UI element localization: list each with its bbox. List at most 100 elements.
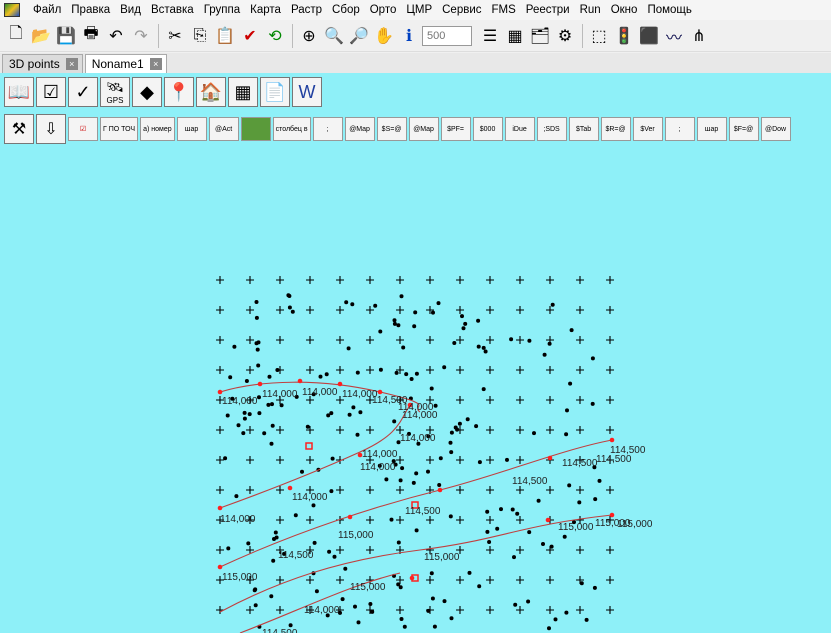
undo-icon[interactable]: ↶ [104,24,128,48]
menu-run[interactable]: Run [575,0,606,20]
print-icon[interactable]: 🖶 [79,24,103,48]
contour-vertex [547,455,553,461]
grid-cross [486,276,494,284]
tab-noname1[interactable]: Noname1 × [84,54,167,73]
grid-cross [246,456,254,464]
grid-cross [576,366,584,374]
menu-raster[interactable]: Растр [286,0,327,20]
grid-cross [516,336,524,344]
new-file-icon[interactable]: 🗋 [4,24,28,48]
contour-label: 115,000 [338,530,374,541]
contour-vertex [609,512,615,518]
parcel-icon[interactable]: ◆ [132,77,162,107]
tab-3d-points[interactable]: 3D points × [2,54,83,73]
traffic-light-icon[interactable]: 🚦 [612,24,636,48]
report-icon[interactable]: 📄 [260,77,290,107]
menu-file[interactable]: Файл [28,0,66,20]
menu-map[interactable]: Карта [245,0,286,20]
select-tool-icon[interactable]: ⬚ [587,24,611,48]
terrain-icon[interactable]: ■ [240,117,271,141]
book-icon[interactable]: 📖 [4,77,34,107]
macro-button[interactable]: $PF= [440,117,471,141]
macro-button[interactable]: @Map [408,117,439,141]
survey-point [392,318,397,323]
check-icon[interactable]: ✔ [238,24,262,48]
survey-point [510,507,515,512]
cut-icon[interactable]: ✂ [163,24,187,48]
zoom-in-icon[interactable]: 🔍 [322,24,346,48]
menu-edit[interactable]: Правка [66,0,115,20]
house-icon[interactable]: 🏠 [196,77,226,107]
macro-button[interactable]: $F=@ [728,117,759,141]
menu-group[interactable]: Группа [199,0,245,20]
macro-button[interactable]: @Act [208,117,239,141]
survey-point [461,326,466,331]
checklist-icon[interactable]: ☑ [36,77,66,107]
pan-hand-icon[interactable]: ✋ [372,24,396,48]
grid-tool-icon[interactable]: ⋔ [687,24,711,48]
macro-button[interactable]: Г ПО ТОЧ [100,117,139,141]
survey-point [293,513,298,518]
open-folder-icon[interactable]: 📂 [29,24,53,48]
map-canvas[interactable]: 114,000114,000 114,000 114,000114,500114,0… [0,73,831,633]
menu-collect[interactable]: Сбор [327,0,365,20]
redo-icon[interactable]: ↷ [129,24,153,48]
satellite-icon: 🛰 [106,79,124,95]
macro-button[interactable]: iDue [504,117,535,141]
survey-point [553,617,558,622]
menu-insert[interactable]: Вставка [146,0,199,20]
macro-button[interactable]: шар [696,117,727,141]
checkmark-circle-icon[interactable]: ✓ [68,77,98,107]
menu-view[interactable]: Вид [115,0,146,20]
spreadsheet-icon[interactable]: ▦ [228,77,258,107]
menu-registry[interactable]: Реестри [521,0,575,20]
paste-icon[interactable]: 📋 [213,24,237,48]
map-workspace[interactable]: 114,000 114,000 114,000 114,000 114,500 114,0… [0,73,831,633]
macro-button[interactable]: $S=@ [376,117,407,141]
macro-button[interactable]: $000 [472,117,503,141]
tools-icon[interactable]: ⚙ [553,24,577,48]
location-pin-icon[interactable]: 📍 [164,77,194,107]
macro-button[interactable]: ; [312,117,343,141]
save-icon[interactable]: 💾 [54,24,78,48]
refresh-icon[interactable]: ⟲ [263,24,287,48]
properties-icon[interactable]: 🗂 [528,24,552,48]
arrow-down-icon[interactable]: ⇩ [36,114,66,144]
macro-button[interactable]: столбец в [272,117,311,141]
color-tool-icon[interactable]: ⬛ [637,24,661,48]
layers-icon[interactable]: ☰ [478,24,502,48]
copy-icon[interactable]: ⎘ [188,24,212,48]
table-icon[interactable]: ▦ [503,24,527,48]
macro-button[interactable]: шар [176,117,207,141]
macro-button[interactable]: ;SDS [536,117,567,141]
grid-cross [606,546,614,554]
menu-dtm[interactable]: ЦМР [401,0,437,20]
zoom-out-icon[interactable]: 🔎 [347,24,371,48]
macro-button[interactable]: $Tab [568,117,599,141]
macro-button[interactable]: а) номер [140,117,175,141]
menu-window[interactable]: Окно [606,0,643,20]
zoom-scale-input[interactable] [422,25,472,46]
stamp-icon[interactable]: ⚒ [4,114,34,144]
close-icon[interactable]: × [65,58,78,70]
macro-button[interactable]: ; [664,117,695,141]
close-icon[interactable]: × [149,58,162,70]
menu-service[interactable]: Сервис [437,0,486,20]
info-icon[interactable]: ℹ [397,24,421,48]
gps-icon[interactable]: 🛰 GPS [100,77,130,107]
macro-button[interactable]: $R=@ [600,117,631,141]
menu-help[interactable]: Помощь [642,0,696,20]
menu-fms[interactable]: FMS [487,0,521,20]
survey-point [399,294,404,299]
word-document-icon[interactable]: W [292,77,322,107]
survey-point [398,478,403,483]
zoom-window-icon[interactable]: ⊕ [297,24,321,48]
macro-button[interactable]: @Map [344,117,375,141]
macro-check-button[interactable]: ☑ [68,117,98,141]
macro-button[interactable]: $Ver [632,117,663,141]
survey-point [234,494,239,499]
menu-ortho[interactable]: Орто [365,0,402,20]
curve-tool-icon[interactable]: 〰 [662,24,686,48]
macro-button[interactable]: @Dow [760,117,791,141]
grid-cross [306,306,314,314]
